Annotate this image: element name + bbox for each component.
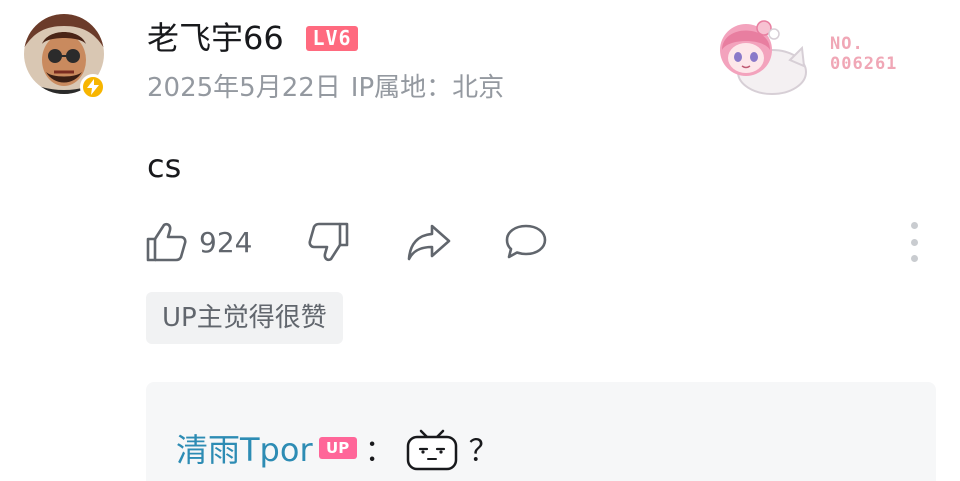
comment-content: cs [147, 147, 182, 185]
thumbs-down-icon [308, 222, 349, 262]
comment-date: 2025年5月22日 [147, 73, 341, 103]
fan-number: NO. 006261 [830, 34, 897, 74]
comment-icon [505, 224, 547, 259]
verified-badge [80, 74, 106, 100]
like-count: 924 [199, 225, 253, 259]
reply-text: ？ [468, 434, 499, 469]
fan-decoration-image[interactable] [712, 10, 812, 100]
more-options-button[interactable] [906, 222, 922, 262]
level-badge: LV6 [306, 26, 358, 51]
comment-card: 老飞宇66 LV6 2025年5月22日 IP属地：北京 NO. 006261 c… [0, 0, 960, 481]
ip-location: IP属地：北京 [350, 73, 505, 103]
reply-colon: ： [364, 434, 395, 469]
more-vertical-icon-dot [910, 238, 918, 246]
fan-number-prefix: NO. [830, 34, 864, 54]
comment-meta: 2025年5月22日 IP属地：北京 [147, 70, 504, 106]
more-vertical-icon-dot [910, 255, 918, 262]
reply-author[interactable]: 清雨Tpor [176, 425, 313, 471]
up-liked-tag: UP主觉得很赞 [146, 292, 343, 344]
like-button[interactable]: 924 [145, 220, 252, 264]
bilibili-tv-emote-icon [406, 429, 457, 471]
username[interactable]: 老飞宇66 [147, 18, 284, 58]
fan-number-value: 006261 [830, 54, 898, 74]
share-icon [407, 224, 451, 261]
up-badge: UP [318, 437, 357, 459]
reply-button[interactable] [504, 220, 548, 264]
share-button[interactable] [406, 220, 452, 264]
more-vertical-icon [910, 222, 918, 229]
reply-preview-box[interactable]: 清雨Tpor UP ： ？ [146, 382, 936, 481]
reply-preview-line: 清雨Tpor UP ： ？ [176, 425, 499, 471]
dislike-button[interactable] [308, 220, 350, 264]
lightning-icon [87, 79, 99, 95]
thumbs-up-icon [146, 222, 187, 262]
